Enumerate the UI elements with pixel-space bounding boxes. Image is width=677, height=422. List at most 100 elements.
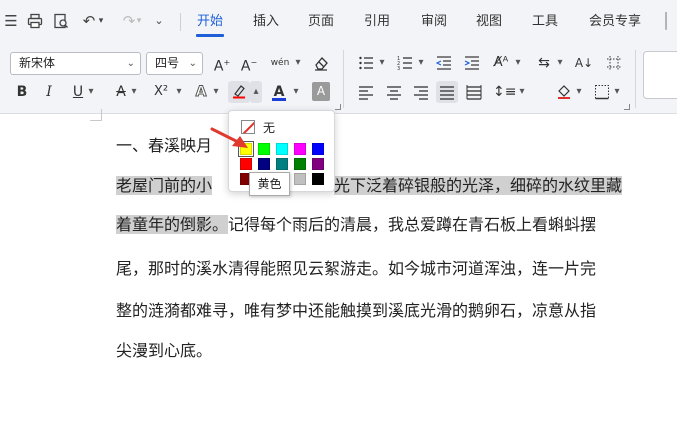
color-swatch[interactable] xyxy=(258,143,270,155)
highlight-color-button[interactable] xyxy=(228,81,250,103)
change-case-button[interactable]: A̸ᴬ xyxy=(490,52,512,74)
more-tabs-icon[interactable]: │ xyxy=(655,10,677,32)
print-icon[interactable] xyxy=(24,10,46,32)
no-color-label: 无 xyxy=(263,120,276,135)
italic-button[interactable]: I xyxy=(38,81,60,103)
font-color-dropdown-icon[interactable]: ▾ xyxy=(291,81,301,103)
highlight-dropdown-icon[interactable]: ▴ xyxy=(250,81,262,103)
tab-tools[interactable]: 工具 xyxy=(532,13,558,31)
color-swatch[interactable] xyxy=(294,173,306,185)
show-marks-button[interactable] xyxy=(603,52,625,74)
paragraph-shading-button[interactable] xyxy=(553,81,575,103)
document-page[interactable]: 一、春溪映月 老屋门前的小 光下泛着碎银般的光泽，细碎的水纹里藏 着童年的倒影。记… xyxy=(0,109,677,422)
decrease-indent-button[interactable] xyxy=(433,52,455,74)
line-spacing-button[interactable]: ↕≡ xyxy=(493,81,516,103)
align-center-button[interactable] xyxy=(383,81,405,103)
grow-font-button[interactable]: A+ xyxy=(211,52,233,75)
align-right-button[interactable] xyxy=(410,81,432,103)
bullet-dropdown-icon[interactable]: ▾ xyxy=(377,52,387,74)
numbered-list-button[interactable]: 123 xyxy=(394,52,416,74)
numbered-dropdown-icon[interactable]: ▾ xyxy=(416,52,426,74)
tab-view[interactable]: 视图 xyxy=(476,13,502,31)
font-color-bar xyxy=(272,98,286,101)
text-direction-dropdown-icon[interactable]: ▾ xyxy=(555,52,565,74)
justify-button[interactable] xyxy=(436,81,458,103)
bold-button[interactable]: B xyxy=(11,81,33,103)
color-swatch[interactable] xyxy=(276,158,288,170)
line-spacing-dropdown-icon[interactable]: ▾ xyxy=(517,81,527,103)
font-name-select[interactable]: 新宋体 ⌄ xyxy=(10,52,141,75)
paragraph-dialog-launcher[interactable] xyxy=(624,104,630,110)
text-effect-dropdown-icon[interactable]: ▾ xyxy=(211,81,221,103)
increase-indent-button[interactable] xyxy=(461,52,483,74)
strikethrough-dropdown-icon[interactable]: ▾ xyxy=(129,81,139,103)
no-color-option[interactable]: 无 xyxy=(241,119,275,135)
distributed-align-icon xyxy=(466,85,482,100)
tab-member[interactable]: 会员专享 xyxy=(589,13,641,31)
tab-review[interactable]: 审阅 xyxy=(421,13,447,31)
menu-icon[interactable]: ☰ xyxy=(0,10,22,32)
char-shading-button[interactable]: A xyxy=(312,82,330,101)
color-swatch[interactable] xyxy=(294,158,306,170)
sort-icon: A↓ xyxy=(574,56,594,70)
separator xyxy=(343,50,344,108)
selected-text: 光下泛着碎银般的光泽，细碎的水纹里藏 xyxy=(334,176,623,195)
paragraph-line: 着童年的倒影。记得每个雨后的清晨，我总爱蹲在青石板上看蝌蚪摆 xyxy=(116,213,596,237)
color-swatch[interactable] xyxy=(312,158,324,170)
body-text: 尾，那时的溪水清得能照见云絮游走。如今城市河道浑浊，连一片完 xyxy=(116,259,597,278)
tab-page[interactable]: 页面 xyxy=(308,13,334,31)
color-swatch[interactable] xyxy=(294,143,306,155)
underline-dropdown-icon[interactable]: ▾ xyxy=(86,81,96,103)
font-name-value: 新宋体 xyxy=(19,56,56,70)
font-size-select[interactable]: 四号 ⌄ xyxy=(146,52,203,75)
text-effect-button[interactable]: A xyxy=(190,81,212,103)
redo-dropdown-icon[interactable]: ▾ xyxy=(134,10,144,32)
grow-font-icon: A xyxy=(213,58,224,75)
chevron-down-icon: ⌄ xyxy=(126,58,135,69)
change-case-icon: A̸ᴬ xyxy=(493,55,509,70)
color-swatch[interactable] xyxy=(312,173,324,185)
body-text: 记得每个雨后的清晨，我总爱蹲在青石板上看蝌蚪摆 xyxy=(228,215,597,234)
color-swatch[interactable] xyxy=(240,158,252,170)
shrink-font-button[interactable]: A− xyxy=(238,52,260,75)
bullet-list-icon xyxy=(359,56,373,70)
borders-dropdown-icon[interactable]: ▾ xyxy=(612,81,622,103)
undo-dropdown-icon[interactable]: ▾ xyxy=(96,10,106,32)
color-swatch[interactable] xyxy=(238,141,254,157)
print-preview-icon[interactable] xyxy=(50,10,72,32)
tab-insert[interactable]: 插入 xyxy=(253,13,279,31)
phonetic-guide-icon: wén xyxy=(270,58,290,68)
color-swatch[interactable] xyxy=(276,143,288,155)
font-color-button[interactable]: A xyxy=(268,81,290,103)
distributed-align-button[interactable] xyxy=(463,81,485,103)
phonetic-guide-button[interactable]: wén xyxy=(266,52,294,74)
color-swatch[interactable] xyxy=(312,143,324,155)
text-direction-button[interactable]: ⇆ xyxy=(533,52,555,74)
shading-dropdown-icon[interactable]: ▾ xyxy=(574,81,584,103)
clear-format-button[interactable] xyxy=(310,52,332,74)
style-gallery[interactable] xyxy=(643,51,677,99)
superscript-button[interactable]: X² xyxy=(148,81,174,103)
tab-home[interactable]: 开始 xyxy=(197,13,223,31)
eraser-icon xyxy=(315,57,328,71)
color-swatch[interactable] xyxy=(258,158,270,170)
tab-references[interactable]: 引用 xyxy=(364,13,390,31)
justify-icon xyxy=(440,86,454,100)
phonetic-dropdown-icon[interactable]: ▾ xyxy=(293,52,303,74)
change-case-dropdown-icon[interactable]: ▾ xyxy=(513,52,523,74)
superscript-dropdown-icon[interactable]: ▾ xyxy=(174,81,184,103)
paragraph-line: 整的涟漪都难寻，唯有梦中还能触摸到溪底光滑的鹅卵石，凉意从指 xyxy=(116,299,596,323)
font-dialog-launcher[interactable] xyxy=(335,104,341,110)
text-direction-icon: ⇆ xyxy=(538,55,550,71)
document-heading: 一、春溪映月 xyxy=(116,136,213,155)
font-size-value: 四号 xyxy=(155,56,180,70)
align-left-button[interactable] xyxy=(355,81,377,103)
color-tooltip: 黄色 xyxy=(249,172,290,196)
sort-button[interactable]: A↓ xyxy=(573,52,595,74)
numbered-list-icon: 123 xyxy=(397,56,412,72)
bullet-list-button[interactable] xyxy=(355,52,377,74)
borders-button[interactable] xyxy=(591,81,613,103)
chevron-down-icon[interactable]: ⌄ xyxy=(148,10,170,32)
decrease-indent-icon xyxy=(435,56,451,70)
no-color-icon xyxy=(241,120,255,134)
